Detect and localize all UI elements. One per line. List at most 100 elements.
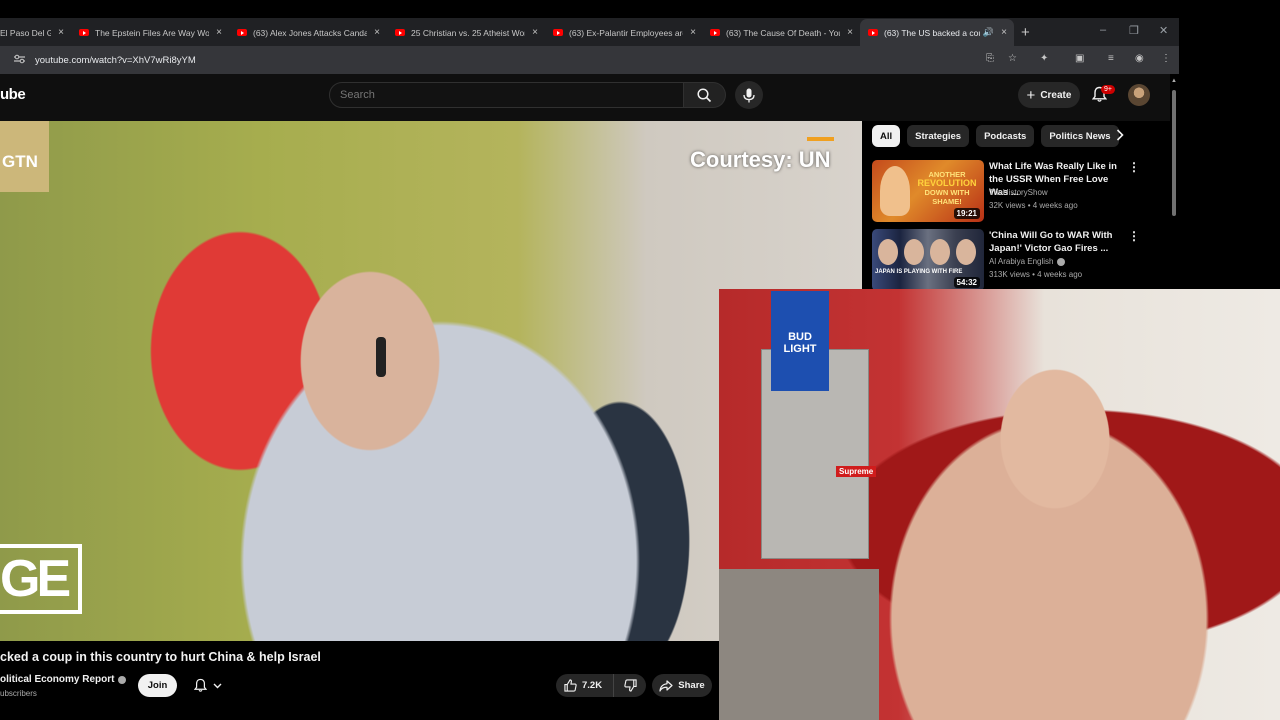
youtube-favicon-icon xyxy=(237,29,247,36)
fridge-sticker: Supreme xyxy=(836,466,877,477)
tab-title: The Epstein Files Are Way Wors xyxy=(95,27,209,38)
recommended-video[interactable]: ANOTHER REVOLUTION DOWN WITH SHAME! 19:2… xyxy=(872,160,1142,222)
tab-close-icon[interactable]: × xyxy=(529,27,541,38)
chip-podcasts[interactable]: Podcasts xyxy=(976,125,1035,147)
search-input[interactable] xyxy=(330,83,683,107)
thumbnail-face xyxy=(878,239,898,265)
chip-all[interactable]: All xyxy=(872,125,901,147)
browser-tab-active[interactable]: (63) The US backed a coup 🔊 × xyxy=(860,19,1014,46)
recommended-video-meta: 32K views • 4 weeks ago xyxy=(989,201,1078,210)
browser-tab[interactable]: (63) The Cause Of Death - YouT × xyxy=(710,19,856,46)
youtube-favicon-icon xyxy=(395,29,405,36)
floor-area xyxy=(719,569,879,720)
duration-badge: 19:21 xyxy=(953,208,980,219)
join-button[interactable]: Join xyxy=(138,674,177,697)
audio-playing-icon[interactable]: 🔊 xyxy=(983,27,994,38)
tune-icon[interactable] xyxy=(9,54,29,67)
tab-title: (63) The Cause Of Death - YouT xyxy=(726,27,840,38)
address-bar[interactable]: youtube.com/watch?v=XhV7wRi8yYM xyxy=(9,50,1119,70)
tab-close-icon[interactable]: × xyxy=(687,27,699,38)
verified-icon xyxy=(118,675,127,684)
bell-icon xyxy=(194,678,207,692)
subscriber-count: ubscribers xyxy=(0,689,37,698)
media-control-icon[interactable]: ≡ xyxy=(1108,53,1114,64)
subscription-bell-button[interactable] xyxy=(186,674,230,697)
like-count: 7.2K xyxy=(582,680,603,691)
create-label: Create xyxy=(1040,89,1072,101)
browser-tab[interactable]: The Epstein Files Are Way Wors × xyxy=(79,19,225,46)
thumbnail-text: ANOTHER REVOLUTION DOWN WITH SHAME! xyxy=(912,170,982,206)
speaker-microphone xyxy=(376,337,386,377)
thumbnail-face xyxy=(904,239,924,265)
video-thumbnail[interactable]: ANOTHER REVOLUTION DOWN WITH SHAME! 19:2… xyxy=(872,160,984,222)
create-button[interactable]: + Create xyxy=(1018,82,1080,108)
youtube-logo[interactable]: ube xyxy=(0,86,26,103)
dislike-button[interactable] xyxy=(614,679,646,692)
close-window-button[interactable]: ✕ xyxy=(1159,24,1168,37)
recommended-video-meta: 313K views • 4 weeks ago xyxy=(989,270,1083,279)
tab-close-icon[interactable]: × xyxy=(371,27,383,38)
youtube-favicon-icon xyxy=(79,29,89,36)
plus-icon: + xyxy=(1026,86,1036,104)
scrollbar-thumb[interactable] xyxy=(1172,90,1176,216)
webcam-overlay: Supreme BUD LIGHT xyxy=(719,289,1280,720)
thumbnail-face xyxy=(956,239,976,265)
search-icon xyxy=(697,87,712,102)
scroll-up-arrow-icon[interactable]: ▲ xyxy=(1171,78,1177,84)
video-thumbnail[interactable]: JAPAN IS PLAYING WITH FIRE 54:32 xyxy=(872,229,984,291)
new-tab-button[interactable]: + xyxy=(1021,24,1030,41)
page-scrollbar[interactable]: ▲ xyxy=(1170,78,1178,288)
tab-close-icon[interactable]: × xyxy=(998,27,1010,38)
chevron-right-icon xyxy=(1116,129,1124,141)
thumbnail-text: JAPAN IS PLAYING WITH FIRE xyxy=(875,269,963,275)
mic-icon xyxy=(743,88,755,102)
browser-menu-icon[interactable]: ⋮ xyxy=(1161,53,1171,64)
upload-age: 4 weeks ago xyxy=(1037,270,1083,279)
tab-search-icon[interactable]: ▣ xyxy=(1075,53,1084,64)
video-title: cked a coup in this country to hurt Chin… xyxy=(0,650,321,664)
tab-close-icon[interactable]: × xyxy=(213,27,225,38)
bookmark-star-icon[interactable]: ☆ xyxy=(1008,53,1017,64)
recommended-video[interactable]: JAPAN IS PLAYING WITH FIRE 54:32 'China … xyxy=(872,229,1142,291)
chevron-down-icon xyxy=(213,683,222,688)
share-label: Share xyxy=(678,680,705,691)
url-text[interactable]: youtube.com/watch?v=XhV7wRi8yYM xyxy=(35,55,196,66)
channel-name-row[interactable]: olitical Economy Report xyxy=(0,674,127,685)
share-button[interactable]: Share xyxy=(652,674,712,697)
recommended-video-title[interactable]: 'China Will Go to WAR With Japan!' Victo… xyxy=(989,229,1129,255)
voice-search-button[interactable] xyxy=(735,81,763,109)
tab-title: (63) Alex Jones Attacks Candac xyxy=(253,27,367,38)
like-button[interactable]: 7.2K xyxy=(556,674,614,697)
tab-close-icon[interactable]: × xyxy=(55,27,67,38)
tab-title: El Paso Del Gr xyxy=(0,27,51,38)
maximize-button[interactable]: ❐ xyxy=(1129,24,1139,37)
chip-politics-news[interactable]: Politics News xyxy=(1041,125,1119,147)
browser-tab[interactable]: 25 Christian vs. 25 Atheist Wom × xyxy=(395,19,541,46)
courtesy-accent-bar xyxy=(807,137,834,141)
like-dislike-group: 7.2K xyxy=(556,674,646,697)
thumbnail-text-bottom: DOWN WITH SHAME! xyxy=(924,188,970,206)
browser-tab[interactable]: (63) Alex Jones Attacks Candac × xyxy=(237,19,383,46)
tab-close-icon[interactable]: × xyxy=(844,27,856,38)
screen-margin xyxy=(1179,0,1280,289)
account-avatar[interactable] xyxy=(1128,84,1150,106)
recommended-channel-row[interactable]: Al Arabiya English xyxy=(989,257,1066,266)
search-box[interactable] xyxy=(329,82,684,108)
install-app-icon[interactable]: ⎘ xyxy=(986,53,994,64)
browser-tab[interactable]: El Paso Del Gr × xyxy=(0,19,67,46)
more-actions-icon[interactable]: ⋮ xyxy=(1128,230,1140,242)
tab-title: (63) The US backed a coup xyxy=(884,27,980,38)
profile-icon[interactable]: ◉ xyxy=(1135,53,1144,64)
notification-badge: 9+ xyxy=(1101,85,1115,94)
minimize-button[interactable]: – xyxy=(1100,24,1106,36)
chips-next-button[interactable] xyxy=(1115,128,1125,147)
video-overlay-courtesy: Courtesy: UN xyxy=(690,147,831,172)
chip-strategies[interactable]: Strategies xyxy=(907,125,970,147)
filter-chips: All Strategies Podcasts Politics News xyxy=(872,125,1119,147)
search-button[interactable] xyxy=(684,82,726,108)
browser-tab[interactable]: (63) Ex-Palantir Employees are × xyxy=(553,19,699,46)
more-actions-icon[interactable]: ⋮ xyxy=(1128,161,1140,173)
extensions-icon[interactable]: ✦ xyxy=(1040,53,1048,64)
recommended-channel-name: Al Arabiya English xyxy=(989,257,1054,266)
recommended-channel-name[interactable]: TheHistoryShow xyxy=(989,188,1048,197)
